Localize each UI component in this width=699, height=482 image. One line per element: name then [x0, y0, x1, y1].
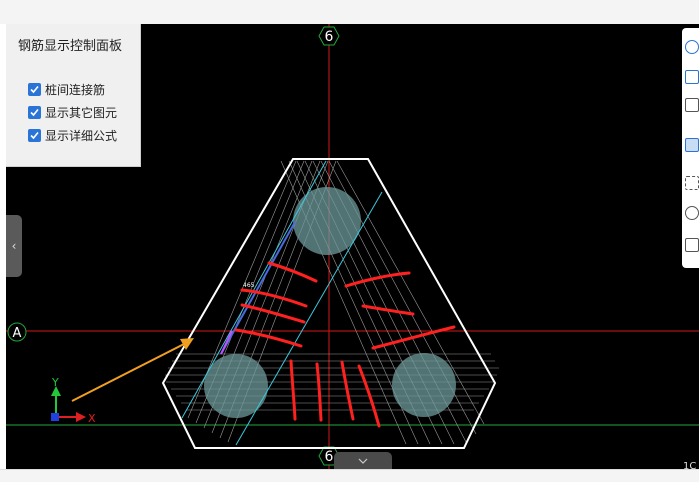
panel-title: 钢筋显示控制面板	[18, 39, 123, 54]
collapse-left-tab[interactable]: ‹	[6, 215, 22, 277]
box-view-icon[interactable]	[685, 98, 699, 112]
dimension-text: 465	[243, 282, 255, 289]
view-toolbar	[682, 28, 699, 268]
pile-right	[392, 353, 456, 417]
purple-dimension-tip	[220, 330, 233, 355]
ucs-x-label: X	[88, 412, 96, 425]
corner-text: 1C	[683, 461, 697, 472]
collapse-bottom-tab[interactable]	[334, 452, 392, 469]
axis-label-bottom: 6	[325, 449, 334, 465]
option-label: 显示详细公式	[45, 128, 118, 143]
option-pile-connection-rebar[interactable]: 桩间连接筋	[28, 79, 105, 99]
axis-label-top: 6	[325, 29, 334, 45]
option-label: 桩间连接筋	[45, 82, 106, 97]
2d-view-icon[interactable]	[685, 70, 699, 84]
list-icon[interactable]	[685, 238, 699, 252]
axis-label-A: A	[13, 326, 22, 341]
checkbox-checked-icon[interactable]	[28, 105, 41, 119]
top-strip	[0, 0, 699, 24]
pile-left	[204, 354, 268, 418]
axis-bubble-6-top: 6	[318, 26, 340, 46]
rebar-display-control-panel: 钢筋显示控制面板 桩间连接筋 显示其它图元 显示详细公式	[6, 24, 141, 167]
pile-top	[293, 187, 361, 255]
bottom-strip	[0, 469, 699, 482]
checkbox-checked-icon[interactable]	[28, 82, 41, 96]
option-show-other-elements[interactable]: 显示其它图元	[28, 102, 117, 122]
box-solid-icon[interactable]	[685, 138, 699, 152]
ucs-y-label: Y	[51, 376, 59, 389]
cloud-view-icon[interactable]	[685, 40, 699, 54]
option-show-detailed-formula[interactable]: 显示详细公式	[28, 125, 117, 145]
axis-bubble-A: A	[7, 322, 27, 342]
option-label: 显示其它图元	[45, 105, 118, 120]
chevron-left-icon: ‹	[11, 239, 17, 253]
checkbox-checked-icon[interactable]	[28, 128, 41, 142]
rotate-3d-icon[interactable]	[685, 206, 699, 220]
chevron-down-icon	[358, 458, 368, 464]
select-frame-icon[interactable]	[685, 176, 699, 190]
